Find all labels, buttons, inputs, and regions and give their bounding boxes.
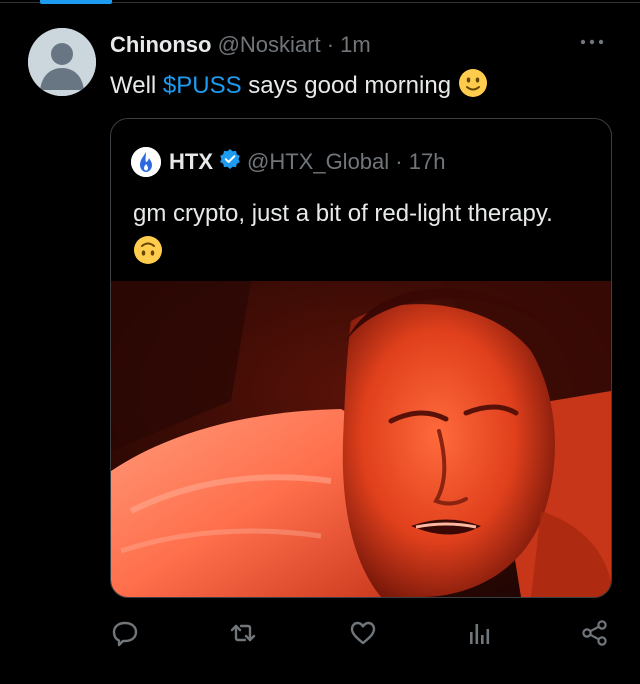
tweet-text-before: Well [110,72,163,99]
default-avatar-icon [28,28,96,96]
photo-illustration [111,281,611,597]
quote-author-name[interactable]: HTX [169,149,213,175]
heart-icon[interactable] [348,618,378,648]
quote-separator: · [395,149,403,174]
quoted-tweet[interactable]: HTX @HTX_Global · 17h gm crypto, just a … [110,118,612,598]
quote-timestamp[interactable]: 17h [409,149,446,175]
quote-header: HTX @HTX_Global · 17h [131,147,445,177]
tweet-actions [0,608,640,658]
quote-author-handle[interactable]: @HTX_Global [247,149,389,175]
more-options-icon[interactable] [580,30,604,50]
tweet-text: Well $PUSS says good morning [110,68,488,106]
tweet-text-after: says good morning [241,72,452,99]
cashtag-link[interactable]: $PUSS [163,72,242,99]
author-name[interactable]: Chinonso [110,32,211,57]
active-tab-indicator [40,0,112,4]
comment-icon[interactable] [110,618,140,648]
share-icon[interactable] [580,618,610,648]
avatar[interactable] [28,28,96,96]
upside-down-face-icon [133,235,163,270]
retweet-icon[interactable] [228,618,258,648]
tweet-photo[interactable] [111,281,611,597]
author-handle[interactable]: @Noskiart [218,32,321,57]
bar-chart-icon[interactable] [464,618,494,648]
separator: · [326,32,335,57]
tweet-header: Chinonso @Noskiart · 1m [110,32,371,58]
timestamp[interactable]: 1m [340,32,371,57]
htx-logo-icon[interactable] [131,147,161,177]
verified-badge-icon [219,148,241,176]
quote-text: gm crypto, just a bit of red-light thera… [133,200,553,227]
slightly-smiling-face-icon [458,68,488,106]
